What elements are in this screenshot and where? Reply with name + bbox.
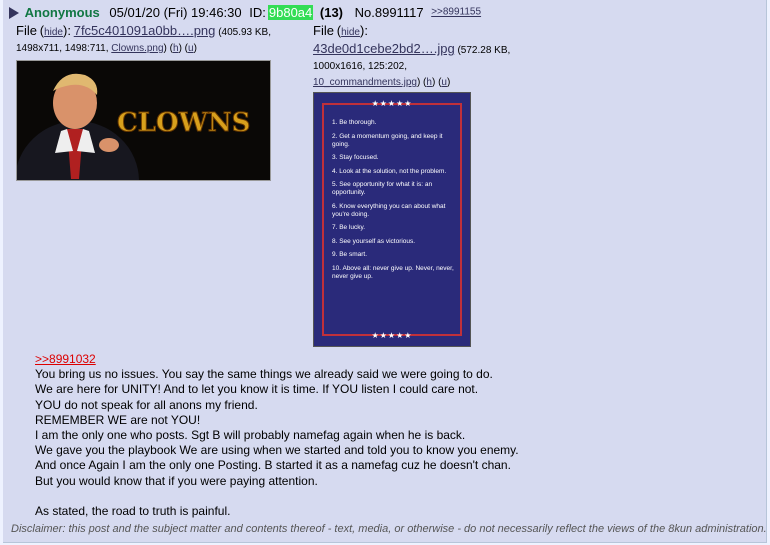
file-u-link[interactable]: u (441, 77, 447, 88)
commandment-item: 8. See yourself as victorious. (332, 237, 416, 245)
poster-id-label: ID: (249, 4, 266, 20)
post-menu-triangle-icon[interactable] (9, 6, 19, 19)
disclaimer: Disclaimer: this post and the subject ma… (11, 523, 767, 535)
post-date: 05/01/20 (Fri) 19:46:30 (109, 4, 242, 20)
image-thumbnail-commandments[interactable]: ★★★★★ 1. Be thorough. 2. Get a momentum g… (313, 92, 471, 347)
post-header: Anonymous 05/01/20 (Fri) 19:46:30 ID: 9b8… (9, 4, 481, 21)
commandment-item: 5. See opportunity for what it is: an op… (332, 181, 433, 196)
file-label: File (313, 23, 334, 38)
body-line: We are here for UNITY! And to let you kn… (35, 382, 479, 397)
commandment-item: 10. Above all: never give up. Never, nev… (332, 264, 454, 280)
file-original-name-link[interactable]: Clowns.png (111, 43, 163, 54)
post-reply: Anonymous 05/01/20 (Fri) 19:46:30 ID: 9b8… (3, 0, 767, 543)
commandment-item: 9. Be smart. (332, 251, 368, 258)
file-name-link[interactable]: 43de0d1cebe2bd2….jpg (313, 41, 455, 56)
post-count: (13) (319, 4, 344, 20)
commandment-item: 2. Get a momentum going, and keep it goi… (332, 132, 443, 148)
post-number[interactable]: No.8991117 (355, 5, 424, 20)
commandment-item: 7. Be lucky. (332, 224, 366, 231)
file-u-link[interactable]: u (188, 43, 194, 54)
hide-file-link[interactable]: hide (44, 27, 63, 38)
body-line: YOU do not speak for all anons my friend… (35, 397, 258, 412)
poster-name: Anonymous (24, 4, 100, 20)
hide-file-link[interactable]: hide (341, 27, 360, 38)
post-body-text: You bring us no issues. You say the same… (35, 367, 519, 518)
commandments-border: ★★★★★ 1. Be thorough. 2. Get a momentum g… (322, 99, 462, 340)
body-line: REMEMBER WE are not YOU! (35, 412, 201, 427)
post-body: >>8991032 You bring us no issues. You sa… (35, 352, 755, 519)
body-line: As stated, the road to truth is painful. (35, 504, 231, 519)
stars-top-icon: ★★★★★ (371, 99, 413, 108)
stars-bottom-icon: ★★★★★ (371, 331, 413, 340)
poster-id[interactable]: 9b80a4 (267, 4, 314, 20)
body-line: And once Again I am the only one Posting… (35, 458, 511, 473)
body-line: I am the only one who posts. Sgt B will … (35, 428, 466, 443)
body-line: We gave you the playbook We are using wh… (35, 443, 519, 458)
body-line: But you would know that if you were payi… (35, 473, 318, 488)
body-line: You bring us no issues. You say the same… (35, 367, 493, 382)
commandments-list: 1. Be thorough. 2. Get a momentum going, … (332, 119, 456, 286)
image-thumbnail-clowns[interactable]: CLOWNS (16, 60, 271, 181)
file-info-2: File (hide): 43de0d1cebe2bd2….jpg (572.2… (313, 23, 511, 88)
commandment-item: 1. Be thorough. (332, 119, 377, 126)
commandment-item: 4. Look at the solution, not the problem… (332, 167, 447, 175)
file-h-link[interactable]: h (426, 77, 432, 88)
commandment-item: 3. Stay focused. (332, 154, 379, 161)
backlink[interactable]: >>8991155 (431, 7, 481, 18)
file-name-link[interactable]: 7fc5c401091a0bb….png (74, 23, 216, 38)
quote-link[interactable]: >>8991032 (35, 352, 96, 366)
file-h-link[interactable]: h (173, 43, 179, 54)
clowns-caption: CLOWNS (117, 108, 250, 138)
file-info-1: File (hide): 7fc5c401091a0bb….png (405.9… (16, 23, 271, 54)
file-original-name-link[interactable]: 10_commandments.jpg (313, 77, 417, 88)
file-label: File (16, 23, 37, 38)
commandment-item: 6. Know everything you can about what yo… (332, 202, 446, 218)
clowns-image: CLOWNS (17, 61, 270, 180)
